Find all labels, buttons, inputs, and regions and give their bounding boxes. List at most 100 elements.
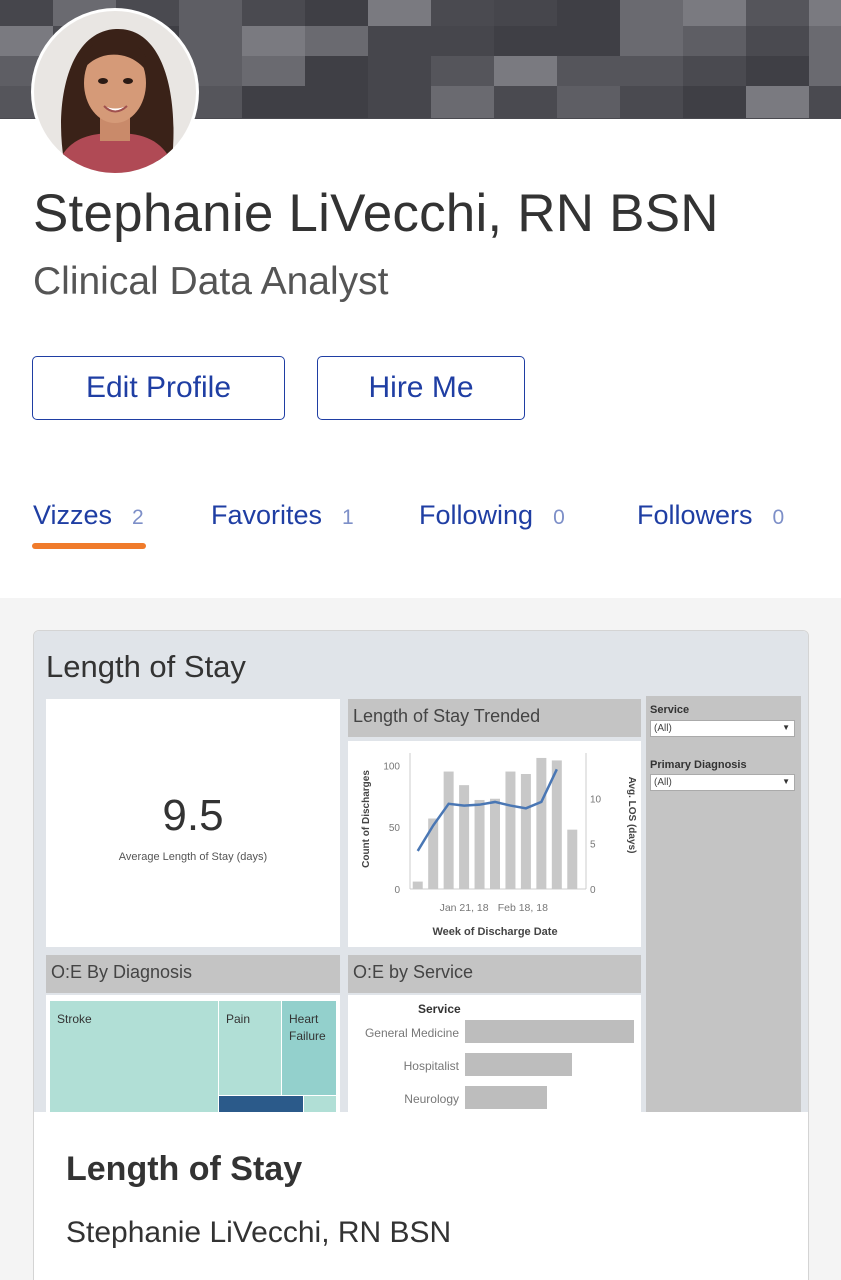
x-tick-label: Jan 21, 18	[440, 902, 489, 914]
diagnosis-filter-select[interactable]: (All) ▼	[650, 774, 795, 791]
cover-tile	[242, 56, 305, 88]
discharge-bar	[520, 774, 531, 889]
oe-service-chart: Service General Medicine Hospitalist Neu…	[348, 995, 641, 1112]
trend-chart: Count of Discharges Avg. LOS (days) Week…	[361, 753, 637, 938]
tab-label: Vizzes	[33, 500, 113, 530]
dashboard-title: Length of Stay	[46, 649, 246, 684]
oe-service-title: O:E by Service	[348, 955, 641, 993]
discharge-bar	[536, 757, 547, 889]
cover-tile	[305, 26, 368, 58]
service-filter-select[interactable]: (All) ▼	[650, 720, 795, 737]
cover-tile	[746, 56, 809, 88]
tab-following[interactable]: Following 0	[419, 500, 565, 531]
diagnosis-filter-value: (All)	[654, 777, 672, 788]
cover-tile	[494, 0, 557, 28]
cover-tile	[809, 86, 841, 118]
cover-tile	[494, 86, 557, 118]
cover-tile	[368, 26, 431, 58]
chevron-down-icon: ▼	[782, 723, 790, 732]
discharge-bar	[505, 771, 516, 889]
trend-panel: Count of Discharges Avg. LOS (days) Week…	[348, 741, 641, 947]
hire-me-button[interactable]: Hire Me	[317, 356, 525, 420]
tab-count: 1	[342, 506, 354, 529]
tab-vizzes[interactable]: Vizzes 2	[33, 500, 144, 531]
tab-favorites[interactable]: Favorites 1	[211, 500, 354, 531]
service-bar	[465, 1020, 634, 1043]
cover-tile	[809, 26, 841, 58]
cover-tile	[809, 56, 841, 88]
tab-followers[interactable]: Followers 0	[637, 500, 784, 531]
profile-photo	[34, 11, 196, 173]
cover-tile	[683, 56, 746, 88]
service-filter-label: Service	[650, 704, 690, 716]
y-right-tick-label: 5	[590, 840, 596, 851]
cover-tile	[431, 56, 494, 88]
treemap-cell-pain: Pain	[219, 1001, 281, 1095]
chevron-down-icon: ▼	[782, 777, 790, 786]
discharge-bar	[459, 785, 470, 889]
tab-label: Followers	[637, 500, 753, 530]
cover-tile	[368, 0, 431, 28]
cover-tile	[431, 26, 494, 58]
tab-count: 0	[772, 506, 785, 529]
cover-tile	[746, 86, 809, 118]
treemap-cell-heart-failure: Heart Failure	[282, 1001, 336, 1095]
y-left-tick-label: 50	[389, 823, 401, 834]
tab-label: Following	[419, 500, 534, 530]
discharge-bar	[443, 771, 454, 889]
cover-tile	[368, 86, 431, 118]
oe-diagnosis-treemap: Stroke Pain Heart Failure	[46, 995, 340, 1112]
avatar[interactable]	[31, 8, 199, 176]
profile-name: Stephanie LiVecchi, RN BSN	[33, 184, 719, 243]
kpi-value: 9.5	[162, 791, 224, 840]
tab-label: Favorites	[211, 500, 323, 530]
diagnosis-filter-label: Primary Diagnosis	[650, 759, 747, 771]
cover-tile	[557, 86, 620, 118]
filter-panel: Service (All) ▼ Primary Diagnosis (All) …	[646, 696, 801, 1112]
cover-tile	[431, 0, 494, 28]
avg-los-line	[416, 768, 558, 852]
y-right-axis-label: Avg. LOS (days)	[626, 777, 637, 854]
discharge-bar	[412, 881, 423, 889]
cover-tile	[0, 0, 53, 28]
y-right-tick-label: 0	[590, 885, 596, 896]
service-bar	[465, 1086, 547, 1109]
viz-author[interactable]: Stephanie LiVecchi, RN BSN	[66, 1216, 451, 1250]
cover-tile	[242, 0, 305, 28]
discharge-bar	[567, 829, 578, 889]
viz-thumbnail[interactable]: Length of Stay 9.5 Average Length of Sta…	[34, 631, 808, 1112]
kpi-panel: 9.5 Average Length of Stay (days)	[46, 699, 340, 947]
discharge-bar	[474, 799, 485, 889]
cover-tile	[557, 56, 620, 88]
y-left-tick-label: 0	[394, 885, 400, 896]
treemap-cell-stroke: Stroke	[50, 1001, 218, 1112]
x-tick-label: Feb 18, 18	[498, 902, 548, 914]
cover-tile	[620, 0, 683, 28]
cover-tile	[683, 0, 746, 28]
x-axis-label: Week of Discharge Date	[432, 926, 557, 938]
cover-tile	[746, 0, 809, 28]
cover-tile	[494, 56, 557, 88]
y-right-tick-label: 10	[590, 794, 602, 805]
cover-tile	[746, 26, 809, 58]
cover-tile	[305, 0, 368, 28]
service-row-label: Hospitalist	[403, 1059, 459, 1073]
cover-tile	[683, 26, 746, 58]
kpi-label: Average Length of Stay (days)	[118, 851, 268, 863]
service-row-label: Neurology	[404, 1092, 459, 1106]
cover-tile	[305, 86, 368, 118]
profile-title: Clinical Data Analyst	[33, 260, 389, 303]
discharge-bar	[551, 760, 562, 889]
y-left-tick-label: 100	[383, 761, 400, 772]
cover-tile	[368, 56, 431, 88]
cover-tile	[557, 0, 620, 28]
cover-tile	[242, 26, 305, 58]
cover-tile	[494, 26, 557, 58]
edit-profile-button[interactable]: Edit Profile	[32, 356, 285, 420]
viz-title[interactable]: Length of Stay	[66, 1150, 302, 1189]
viz-card[interactable]: Length of Stay 9.5 Average Length of Sta…	[33, 630, 809, 1280]
service-bar	[465, 1053, 572, 1076]
service-filter-value: (All)	[654, 723, 672, 734]
cover-tile	[242, 86, 305, 118]
discharge-bar	[490, 798, 500, 889]
